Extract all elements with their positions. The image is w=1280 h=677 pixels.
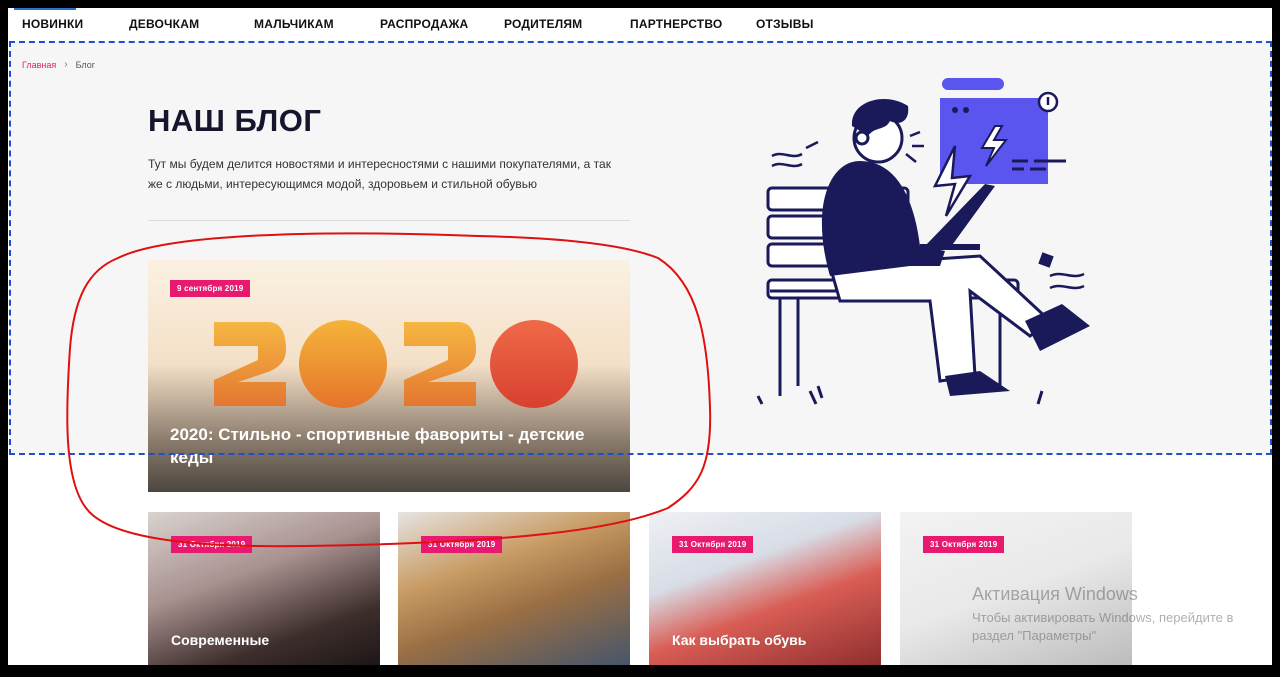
nav-item-partnership[interactable]: ПАРТНЕРСТВО [630, 17, 722, 31]
nav-item-girls[interactable]: ДЕВОЧКАМ [129, 17, 199, 31]
nav-item-boys[interactable]: МАЛЬЧИКАМ [254, 17, 334, 31]
article-date-badge: 31 Октября 2019 [923, 536, 1005, 553]
featured-article-card[interactable]: 9 сентября 2019 2020: Стильно - спортивн… [148, 260, 630, 492]
windows-activation-watermark-text: Чтобы активировать Windows, перейдите в … [972, 610, 1234, 643]
article-title[interactable]: Как выбрать обувь [672, 632, 806, 648]
page-title: НАШ БЛОГ [148, 103, 322, 138]
article-date-badge: 31 Октября 2019 [672, 536, 754, 553]
nav-item-parents[interactable]: РОДИТЕЛЯМ [504, 17, 582, 31]
page-description: Тут мы будем делится новостями и интерес… [148, 157, 611, 191]
article-card[interactable]: 31 Октября 2019 Как выбрать обувь [649, 512, 881, 665]
year-2020-artwork [214, 320, 578, 408]
man-on-bench-illustration [756, 78, 1090, 405]
article-card[interactable]: 31 Октября 2019 [398, 512, 630, 665]
nav-item-reviews[interactable]: ОТЗЫВЫ [756, 17, 814, 31]
article-date-badge: 31 Октября 2019 [421, 536, 503, 553]
active-nav-indicator [14, 8, 76, 10]
article-date-badge: 31 Октября 2019 [171, 536, 253, 553]
breadcrumb-current: Блог [75, 59, 96, 70]
section-divider [148, 220, 630, 221]
featured-date-badge: 9 сентября 2019 [170, 280, 251, 297]
nav-item-new[interactable]: НОВИНКИ [22, 17, 83, 31]
browser-viewport: НОВИНКИ ДЕВОЧКАМ МАЛЬЧИКАМ РАСПРОДАЖА РО… [8, 8, 1272, 665]
breadcrumb-home-link[interactable]: Главная [22, 60, 56, 70]
chevron-right-icon: › [64, 59, 68, 70]
article-title[interactable]: Современные [171, 632, 269, 648]
article-card[interactable]: 31 Октября 2019 Современные [148, 512, 380, 665]
breadcrumb: Главная › Блог [22, 59, 95, 70]
top-navigation: НОВИНКИ ДЕВОЧКАМ МАЛЬЧИКАМ РАСПРОДАЖА РО… [8, 8, 1272, 42]
nav-item-sale[interactable]: РАСПРОДАЖА [380, 17, 468, 31]
windows-activation-watermark-title: Активация Windows [972, 584, 1138, 604]
featured-article-title[interactable]: 2020: Стильно - спортивные фавориты - де… [170, 423, 590, 469]
